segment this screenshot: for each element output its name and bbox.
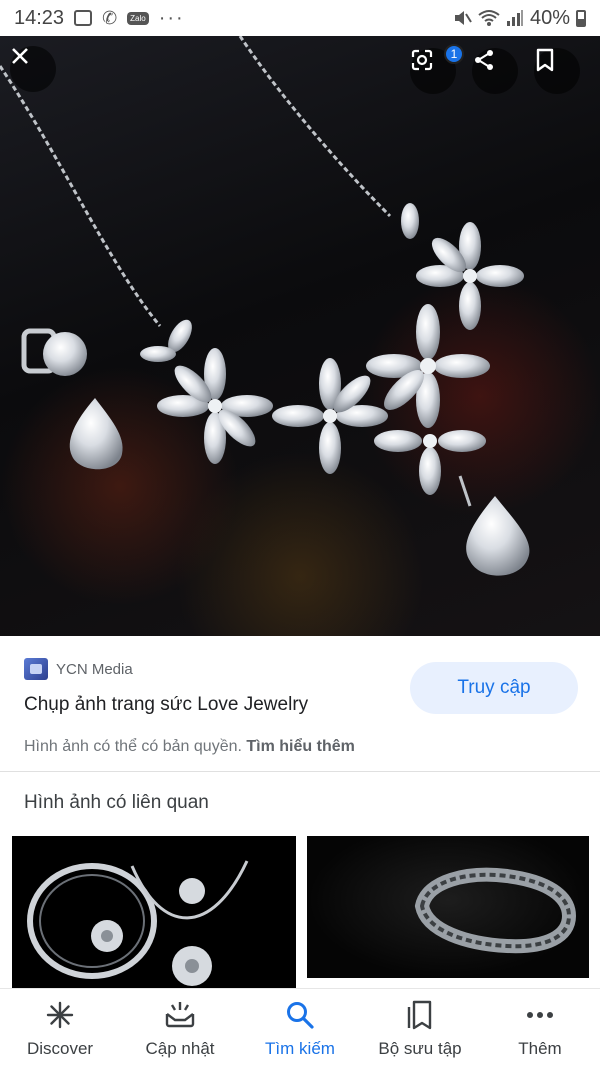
related-thumbnail[interactable] [12,836,296,988]
lens-icon [411,49,433,71]
copyright-notice: Hình ảnh có thể có bản quyền. Tìm hiểu t… [24,738,355,756]
status-bar: 14:23 ✆ Zalo ··· 40% [0,0,600,36]
related-thumbnail[interactable] [307,836,589,978]
nav-collections[interactable]: Bộ sưu tập [360,989,480,1067]
zalo-icon: Zalo [127,11,149,25]
share-button[interactable] [472,48,518,94]
updates-icon [164,999,196,1031]
divider [0,771,600,772]
more-icon [524,999,556,1031]
jewelry-image[interactable]: 1 [0,36,600,636]
source-row[interactable]: YCN Media [24,658,133,680]
status-left: 14:23 ✆ Zalo ··· [14,7,185,30]
nav-label: Tìm kiếm [265,1039,335,1058]
bracelet-thumbnail-image [414,867,577,954]
site-favicon-icon [24,658,48,680]
status-time: 14:23 [14,6,65,29]
necklace-illustration [0,36,530,576]
visit-button[interactable]: Truy cập [410,662,578,714]
battery-percent: 40% [529,6,570,29]
nav-label: Cập nhật [145,1039,215,1058]
source-name: YCN Media [56,660,133,678]
nav-label: Discover [26,1039,94,1058]
nav-discover[interactable]: Discover [0,989,120,1067]
nav-updates[interactable]: Cập nhật [120,989,240,1067]
bookmark-button[interactable] [534,48,580,94]
close-button[interactable] [10,46,56,92]
related-heading: Hình ảnh có liên quan [24,792,209,813]
collections-icon [404,999,436,1031]
flower-cluster [157,348,273,464]
learn-more-link[interactable]: Tìm hiểu thêm [246,738,354,755]
copyright-text: Hình ảnh có thể có bản quyền. [24,738,242,755]
lens-badge: 1 [444,44,464,64]
battery-icon [576,9,586,27]
image-icon [74,10,93,26]
flower-cluster [272,358,388,474]
flower-cluster [374,430,486,495]
bottom-nav: Discover Cập nhật Tìm kiếm Bộ sưu tập Th… [0,988,600,1067]
asterisk-icon [44,999,76,1031]
phone-wifi-icon: ✆ [102,7,118,28]
mute-icon [454,11,472,25]
search-icon [284,999,316,1031]
result-info: YCN Media Chụp ảnh trang sức Love Jewelr… [0,636,600,772]
bookmark-icon [536,48,554,72]
jewelry-set-thumbnail-image [27,860,249,986]
result-title[interactable]: Chụp ảnh trang sức Love Jewelry [24,694,308,716]
status-right: 40% [452,7,586,30]
close-icon [12,48,28,64]
more-dots-icon: ··· [158,6,185,29]
nav-more[interactable]: Thêm [480,989,600,1067]
signal-icon [506,10,523,26]
wifi-icon [478,10,500,26]
nav-search[interactable]: Tìm kiếm [240,989,360,1067]
nav-label: Thêm [518,1039,562,1058]
share-icon [475,50,493,70]
nav-label: Bộ sưu tập [378,1039,462,1058]
